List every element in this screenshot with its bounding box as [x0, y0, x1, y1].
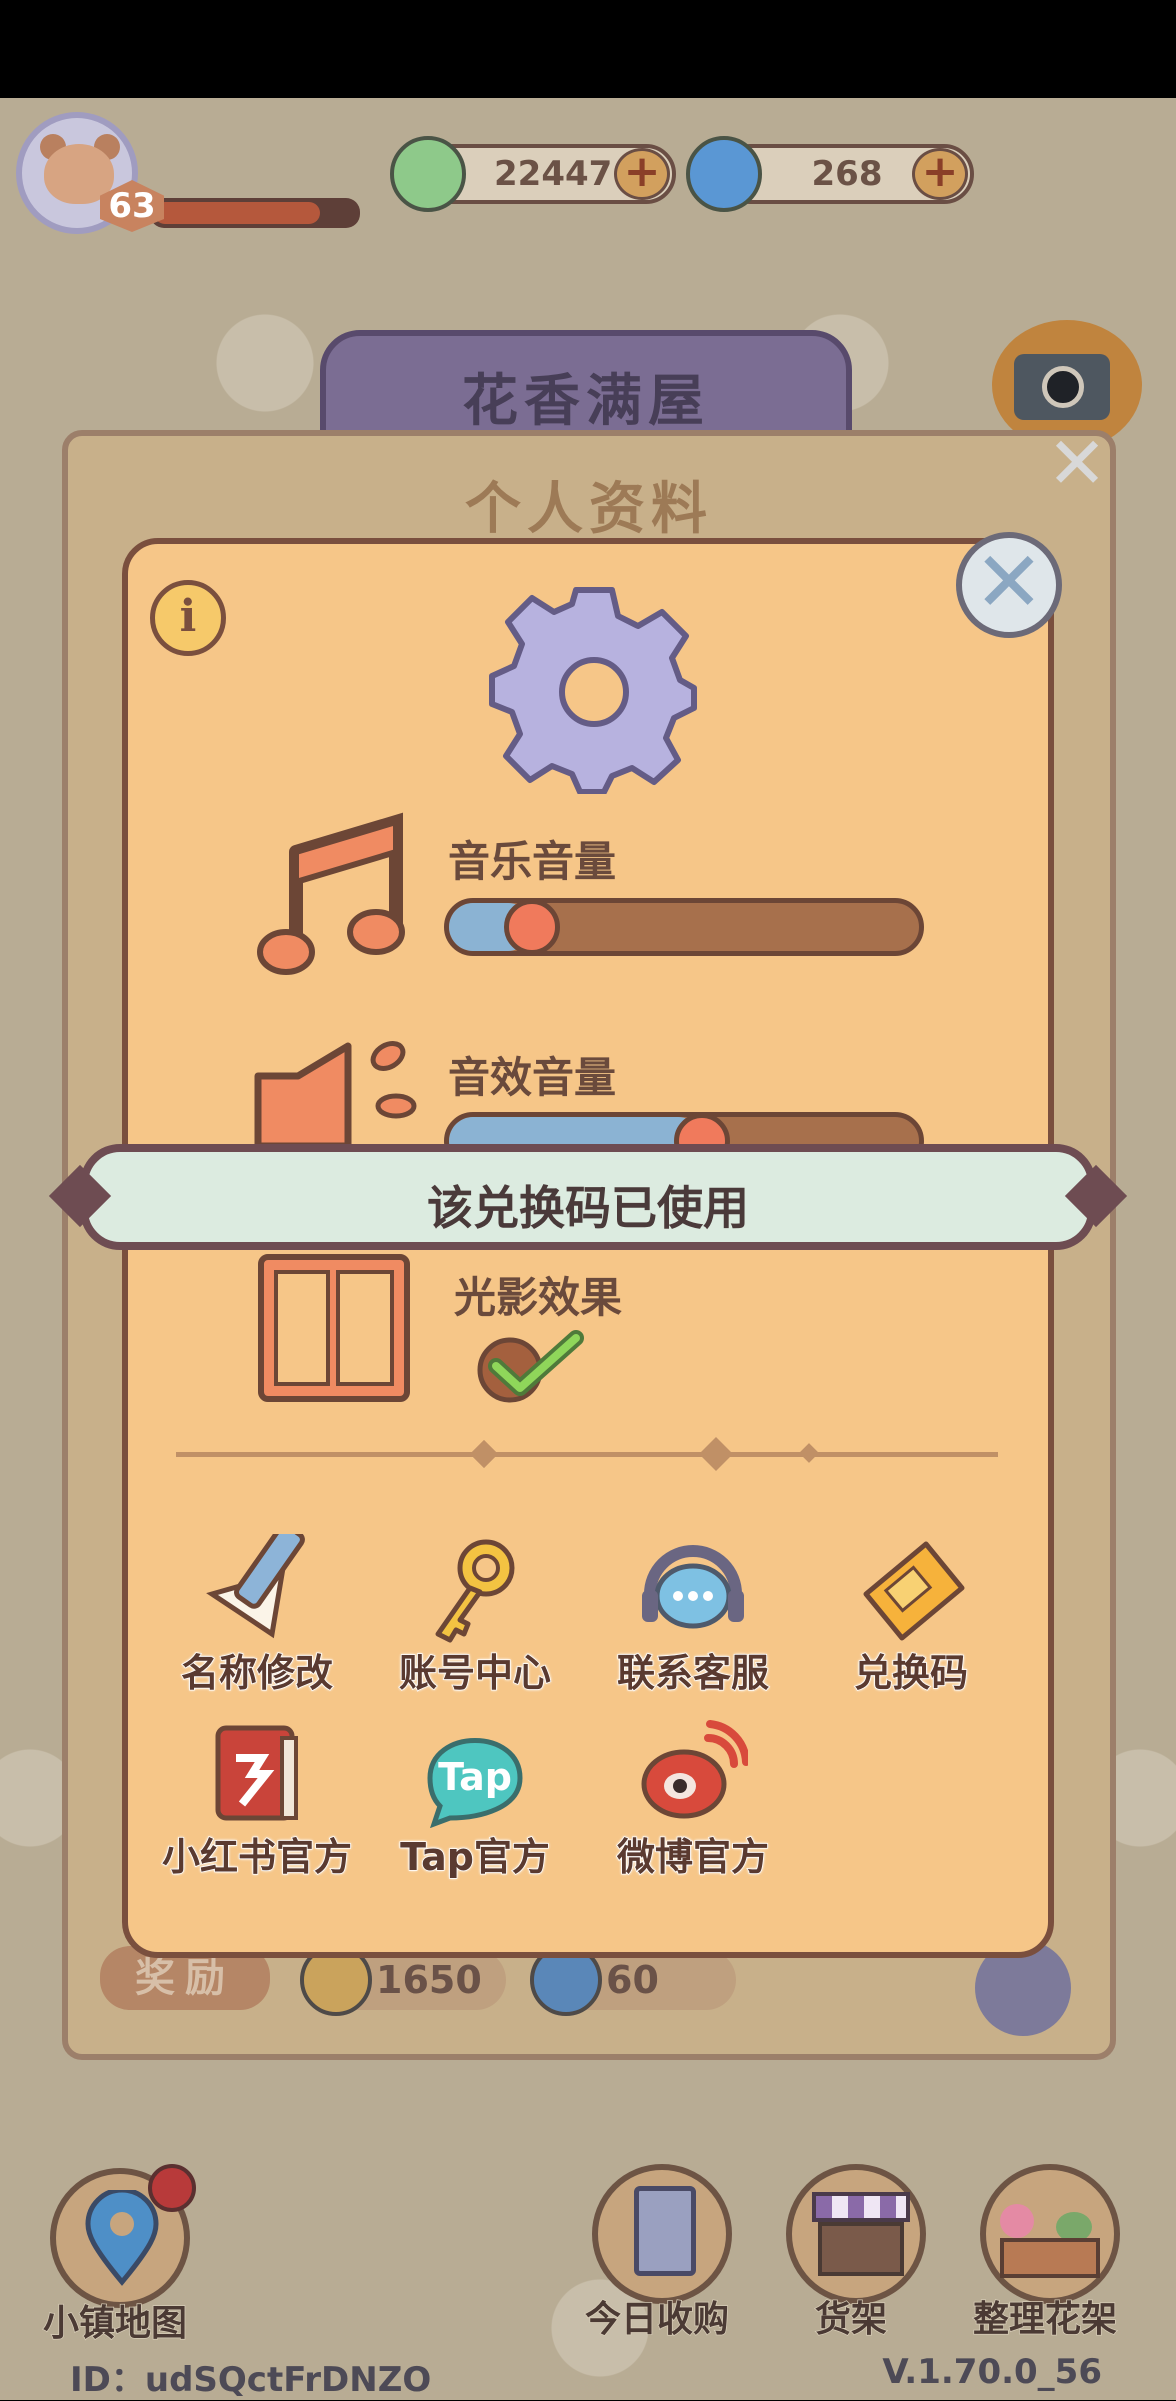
arrange-shelf-circle — [980, 2164, 1120, 2304]
music-note-icon — [257, 812, 405, 975]
tap-official-button[interactable]: Tap Tap官方 — [380, 1718, 570, 1898]
shop-title: 花香满屋 — [462, 369, 710, 434]
profile-title: 个人资料 — [465, 477, 713, 542]
leaf-currency-value: 22447 — [494, 154, 613, 194]
xiaohongshu-label: 小红书官方 — [161, 1834, 353, 1880]
tap-logo-text: Tap — [438, 1755, 512, 1799]
player-id: ID：udSQctFrDNZO — [70, 2360, 432, 2400]
section-divider — [176, 1437, 998, 1471]
rename-button[interactable]: 名称修改 — [162, 1534, 352, 1714]
reward-swirls-value: 60 — [606, 1958, 659, 2002]
arrange-flower-shelf-label: 整理花架 — [972, 2298, 1118, 2341]
sign-board-icon — [634, 2186, 696, 2276]
reward-swirls-pill: 60 — [530, 1944, 736, 2016]
xp-bar — [150, 198, 360, 228]
light-effect-checkbox[interactable] — [476, 1326, 586, 1406]
account-center-button[interactable]: 账号中心 — [380, 1534, 570, 1714]
version-text: V.1.70.0_56 — [882, 2352, 1102, 2392]
music-volume-slider[interactable] — [444, 898, 924, 956]
music-volume-knob[interactable] — [504, 899, 560, 955]
flower-pots-icon — [1000, 2204, 1034, 2238]
add-leaf-currency-button[interactable]: + — [614, 148, 670, 200]
rename-label: 名称修改 — [180, 1650, 334, 1696]
info-icon[interactable]: i — [150, 580, 226, 656]
red-book-icon — [215, 1725, 298, 1821]
tap-logo-icon: Tap — [427, 1738, 523, 1828]
reward-coins-value: 1650 — [376, 1958, 482, 2002]
clover-coin-icon — [390, 136, 466, 212]
music-volume-label: 音乐音量 — [448, 837, 617, 886]
weibo-icon — [641, 1720, 748, 1819]
swirl-gem-icon — [686, 136, 762, 212]
toast-banner: 该兑换码已使用 — [48, 1144, 1128, 1250]
ticket-icon — [863, 1541, 965, 1641]
key-icon — [435, 1539, 515, 1643]
pot-shelf-icon — [1000, 2238, 1100, 2278]
daily-purchase-button[interactable]: 今日收购 — [582, 2164, 732, 2341]
headset-chat-icon — [642, 1545, 744, 1629]
sfx-volume-label: 音效音量 — [448, 1053, 617, 1102]
light-effect-label: 光影效果 — [454, 1273, 623, 1322]
shelf-button[interactable]: 货架 — [776, 2164, 926, 2341]
close-button[interactable]: ✕ — [956, 532, 1062, 638]
xp-bar-fill — [154, 202, 320, 224]
contact-support-label: 联系客服 — [616, 1650, 770, 1696]
profile-close-icon[interactable]: ✕ — [1042, 427, 1112, 500]
window-pane-icon — [336, 1270, 394, 1386]
contact-support-button[interactable]: 联系客服 — [598, 1534, 788, 1714]
redeem-code-button[interactable]: 兑换码 — [816, 1534, 1006, 1714]
window-pane-icon — [274, 1270, 330, 1386]
market-stall-icon — [812, 2192, 910, 2222]
add-swirl-currency-button[interactable]: + — [912, 148, 968, 200]
redeem-code-label: 兑换码 — [853, 1650, 969, 1696]
swirl-currency-value: 268 — [811, 154, 883, 194]
camera-lens-icon — [1042, 366, 1084, 408]
xiaohongshu-button[interactable]: 小红书官方 — [161, 1718, 353, 1898]
stall-counter-icon — [818, 2222, 904, 2276]
map-pin-icon — [85, 2190, 159, 2286]
notification-dot — [148, 2164, 196, 2212]
settings-gear-icon — [489, 587, 697, 794]
tap-official-label: Tap官方 — [399, 1834, 550, 1880]
reward-coins-pill: 1650 — [300, 1944, 506, 2016]
pencil-paper-icon — [206, 1534, 305, 1639]
speaker-icon — [254, 1041, 417, 1146]
weibo-label: 微博官方 — [616, 1834, 770, 1880]
arrange-flower-shelf-button[interactable]: 整理花架 — [970, 2164, 1120, 2341]
toast-message: 该兑换码已使用 — [427, 1181, 749, 1235]
status-bar — [0, 0, 1176, 98]
account-center-label: 账号中心 — [398, 1650, 552, 1696]
light-effect-icon — [258, 1254, 410, 1402]
weibo-button[interactable]: 微博官方 — [598, 1718, 788, 1898]
town-map-label: 小镇地图 — [42, 2302, 188, 2345]
